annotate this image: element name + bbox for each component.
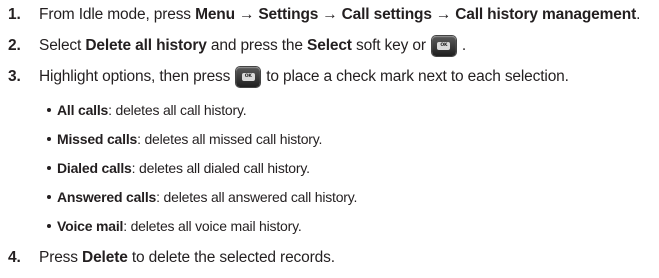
soft-key-name: Delete — [82, 249, 128, 266]
menu-path-item: Menu — [195, 6, 235, 23]
bullet-icon — [47, 195, 51, 199]
menu-path-item: Call history management — [455, 6, 637, 23]
step-end: . — [636, 6, 641, 23]
bullet-icon — [47, 224, 51, 228]
option-desc: : deletes all answered call history. — [156, 189, 358, 205]
step-text: Press Delete to delete the selected reco… — [39, 249, 335, 267]
option-desc: : deletes all voice mail history. — [123, 218, 302, 234]
option-term: Answered calls — [57, 189, 157, 205]
step-4: 4. Press Delete to delete the selected r… — [0, 247, 335, 269]
arrow-icon: → — [435, 6, 452, 23]
option-term: Missed calls — [57, 131, 138, 147]
bullet-icon — [47, 166, 51, 170]
step-lead-text: From Idle mode, press — [39, 6, 191, 23]
step-pre-text: Select — [39, 37, 82, 54]
step-2: 2. Select Delete all history and press t… — [0, 35, 466, 57]
option-desc: : deletes all missed call history. — [137, 131, 323, 147]
ok-key-icon: OK — [236, 67, 261, 87]
option-name: Delete all history — [85, 37, 207, 54]
step-pre-text: Highlight options, then press — [39, 68, 231, 85]
menu-path-item: Call settings — [341, 6, 432, 23]
step-post-text: to place a check mark next to each selec… — [266, 68, 569, 85]
list-item: Dialed calls: deletes all dialed call hi… — [47, 158, 310, 178]
list-item: Voice mail: deletes all voice mail histo… — [47, 216, 302, 236]
step-post-text: soft key or — [356, 37, 426, 54]
step-text: Highlight options, then press OK to plac… — [39, 67, 569, 87]
step-text: Select Delete all history and press the … — [39, 36, 466, 56]
option-term: All calls — [57, 102, 109, 118]
list-item: All calls: deletes all call history. — [47, 100, 247, 120]
option-term: Dialed calls — [57, 160, 132, 176]
step-pre-text: Press — [39, 249, 78, 266]
option-desc: : deletes all call history. — [108, 102, 247, 118]
ok-key-icon: OK — [431, 36, 456, 56]
option-desc: : deletes all dialed call history. — [131, 160, 310, 176]
instruction-document: 1. From Idle mode, press Menu → Settings → C… — [0, 0, 659, 278]
option-term: Voice mail — [57, 218, 124, 234]
step-number: 3. — [8, 68, 21, 85]
arrow-icon: → — [238, 6, 255, 23]
step-1: 1. From Idle mode, press Menu → Settings → C… — [0, 4, 640, 26]
step-text: From Idle mode, press Menu → Settings → Call… — [39, 6, 640, 24]
step-end: . — [461, 37, 467, 54]
step-number: 2. — [8, 37, 21, 54]
list-item: Answered calls: deletes all answered cal… — [47, 187, 357, 207]
arrow-icon: → — [322, 6, 338, 23]
soft-key-name: Select — [307, 37, 352, 54]
list-item: Missed calls: deletes all missed call hi… — [47, 129, 322, 149]
step-number: 4. — [8, 249, 21, 266]
step-mid-text: and press the — [210, 37, 303, 54]
step-number: 1. — [8, 6, 21, 23]
bullet-icon — [47, 137, 51, 141]
step-3: 3. Highlight options, then press OK to p… — [0, 66, 569, 88]
bullet-icon — [47, 108, 51, 112]
menu-path-item: Settings — [258, 6, 319, 23]
step-post-text: to delete the selected records. — [131, 249, 335, 266]
